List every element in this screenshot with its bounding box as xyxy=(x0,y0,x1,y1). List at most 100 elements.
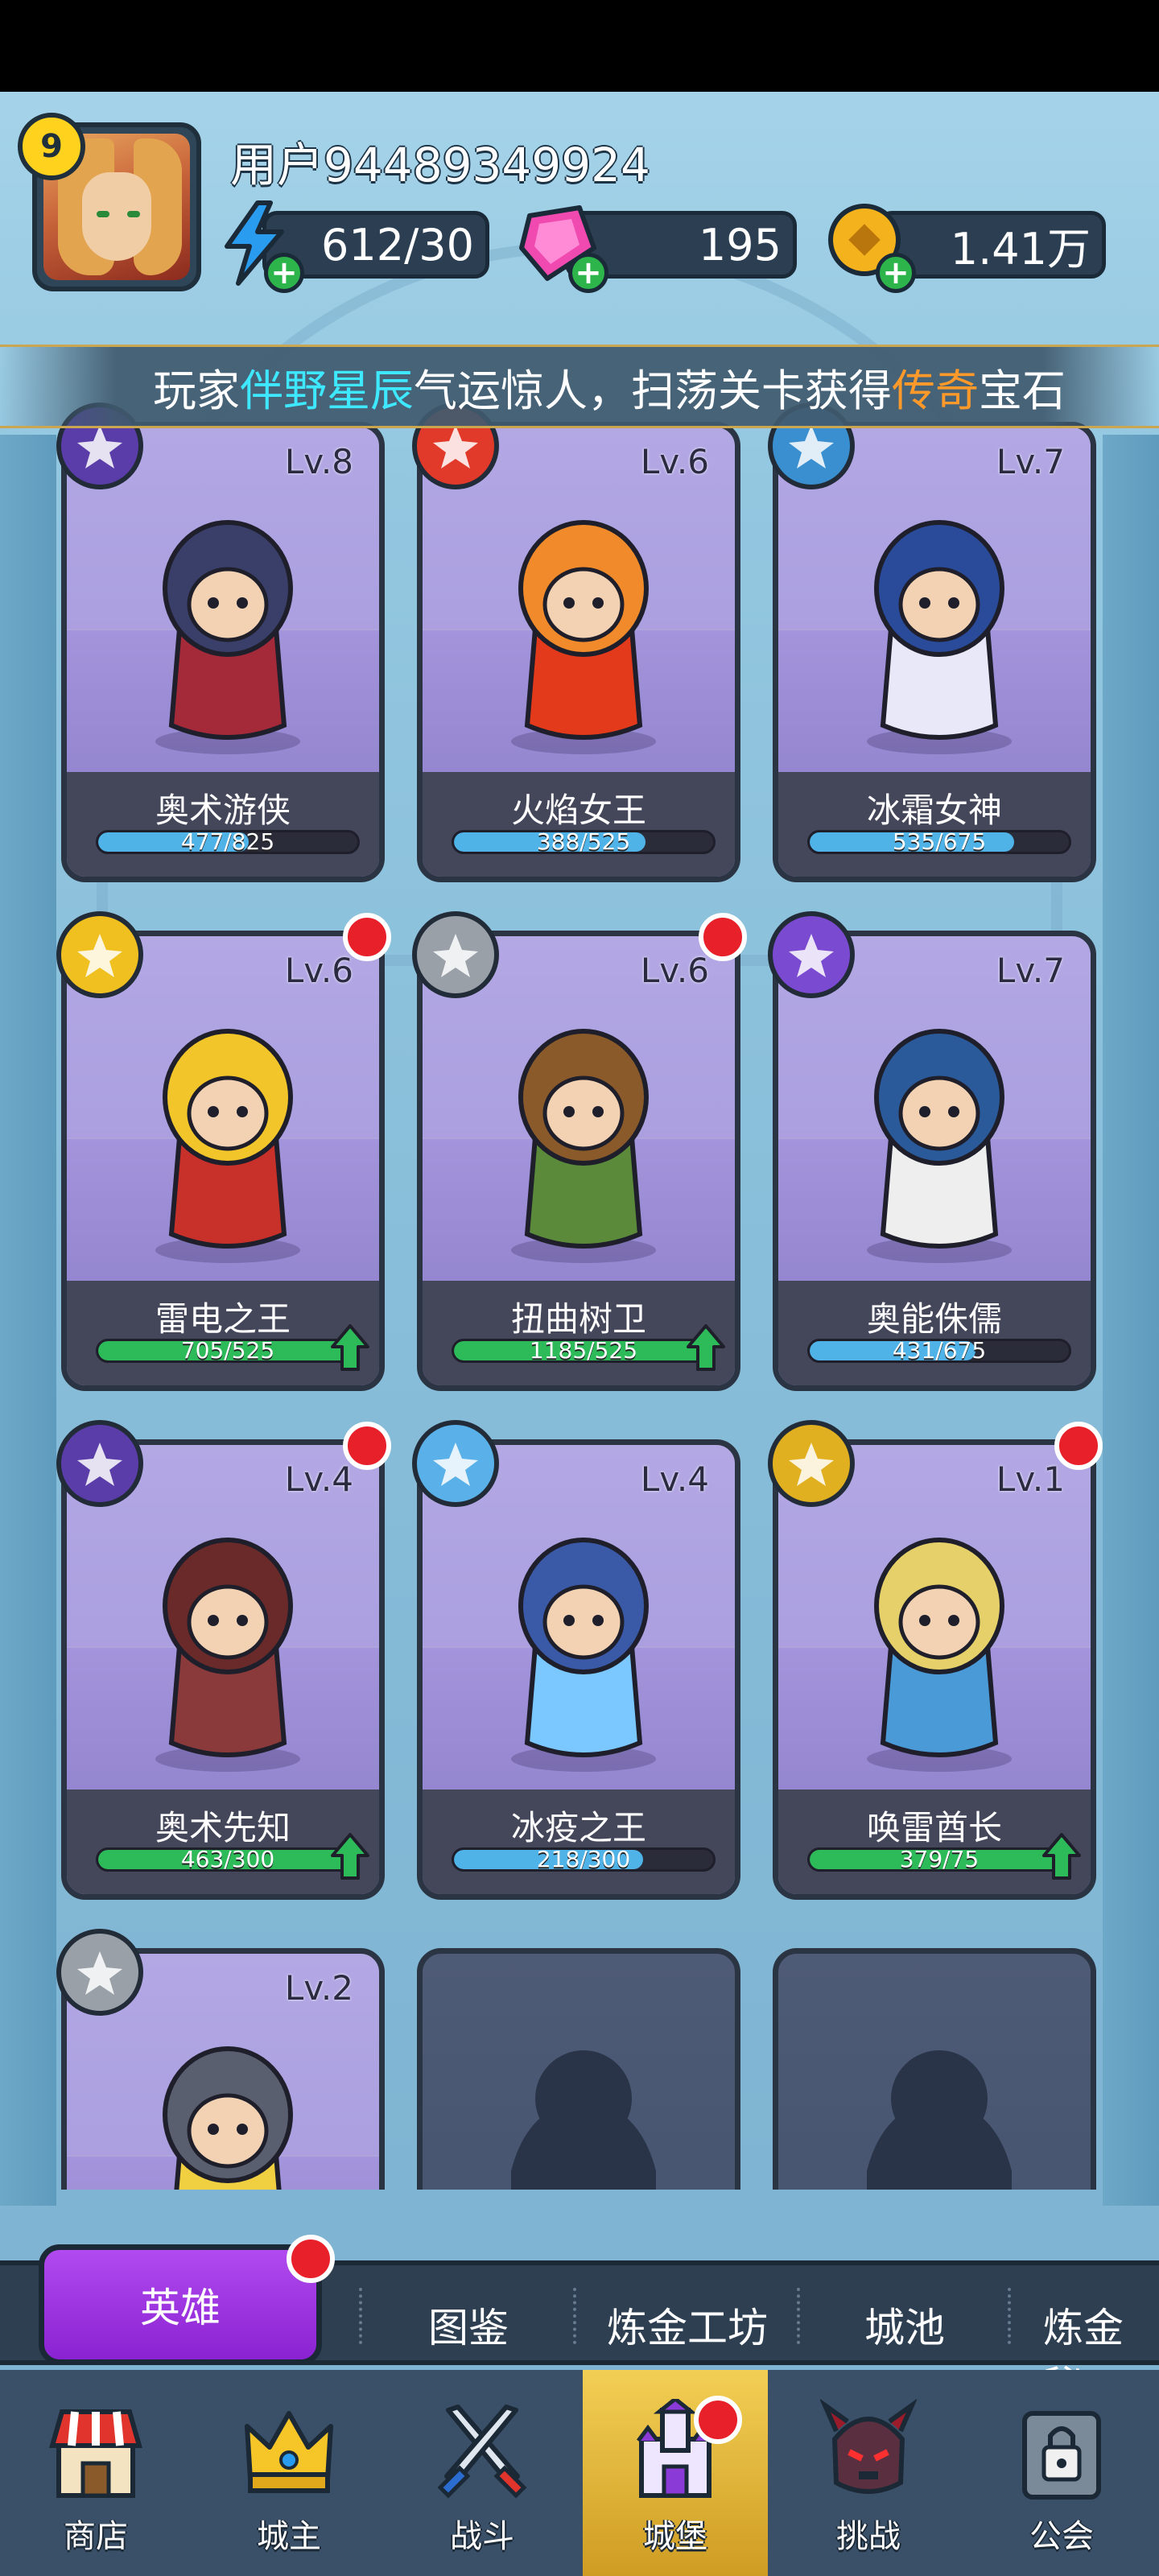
tab-divider xyxy=(359,2288,362,2344)
hero-card[interactable]: Lv.4 奥术先知 463/300 xyxy=(61,1439,385,1900)
crossed-swords-icon xyxy=(437,2405,527,2499)
notification-dot xyxy=(343,913,391,961)
notification-dot xyxy=(694,2396,742,2444)
plus-icon: + xyxy=(264,253,304,293)
tab-workshop[interactable]: 炼金工坊 xyxy=(607,2296,768,2354)
notification-dot xyxy=(1054,1422,1103,1470)
hero-progress-text: 218/300 xyxy=(536,1846,631,1872)
demon-helmet-icon xyxy=(820,2399,917,2494)
energy-add-button[interactable]: + xyxy=(211,200,304,293)
hero-progress-text: 431/675 xyxy=(892,1337,987,1364)
hero-progress-text: 388/525 xyxy=(536,828,631,855)
hero-progress-text: 535/675 xyxy=(892,828,987,855)
element-lightning-icon xyxy=(56,911,143,998)
hero-portrait xyxy=(867,1538,1012,1772)
player-level-badge: 9 xyxy=(18,113,85,180)
hero-card[interactable]: Lv.4 冰疫之王 218/300 xyxy=(417,1439,740,1900)
energy-value: 612/30 xyxy=(321,219,474,270)
hero-silhouette xyxy=(511,2050,656,2190)
nav-lord-label: 城主 xyxy=(257,2518,321,2555)
hero-level: Lv.1 xyxy=(996,1459,1065,1499)
hero-card[interactable]: Lv.8 奥术游侠 477/825 xyxy=(61,422,385,882)
element-armor-icon xyxy=(412,911,499,998)
hero-card[interactable]: Lv.6 雷电之王 705/525 xyxy=(61,931,385,1391)
gold-value: 1.41万 xyxy=(950,223,1091,275)
upgrade-arrow-icon xyxy=(331,1833,369,1880)
game-screen: 9 用户94489349924 612/30 + 195 + 1.41万 + 玩… xyxy=(0,0,1159,2576)
hero-level: Lv.8 xyxy=(284,442,353,481)
status-bar xyxy=(0,0,1159,92)
shop-icon xyxy=(49,2409,142,2498)
nav-challenge[interactable]: 挑战 xyxy=(776,2370,961,2576)
element-thunder-icon xyxy=(768,1420,855,1507)
hero-name: 火焰女王 xyxy=(510,791,646,830)
nav-battle-label: 战斗 xyxy=(450,2518,514,2555)
hero-portrait xyxy=(511,1029,656,1263)
gold-add-button[interactable]: + xyxy=(823,200,916,293)
tab-divider xyxy=(797,2288,800,2344)
hero-card[interactable]: Lv.7 奥能侏儒 431/675 xyxy=(773,931,1096,1391)
nav-guild-label: 公会 xyxy=(1029,2518,1094,2555)
tab-codex[interactable]: 图鉴 xyxy=(428,2296,509,2354)
hero-level: Lv.6 xyxy=(284,951,353,990)
locked-hero-card[interactable] xyxy=(417,1948,740,2190)
locked-hero-card[interactable] xyxy=(773,1948,1096,2190)
hero-card[interactable]: Lv.6 火焰女王 388/525 xyxy=(417,422,740,882)
hero-level: Lv.2 xyxy=(284,1968,353,2008)
notification-dot xyxy=(343,1422,391,1470)
marquee-text: 气运惊人，扫荡关卡获得 xyxy=(414,365,892,416)
nav-challenge-label: 挑战 xyxy=(836,2518,901,2555)
hero-name: 冰疫之王 xyxy=(510,1808,646,1847)
hero-level: Lv.6 xyxy=(640,951,709,990)
nav-castle-label: 城堡 xyxy=(643,2518,707,2555)
gem-add-button[interactable]: + xyxy=(515,200,608,293)
hero-progress-text: 463/300 xyxy=(180,1846,275,1872)
hero-level: Lv.4 xyxy=(284,1459,353,1499)
element-arcane-icon xyxy=(768,911,855,998)
hero-level: Lv.7 xyxy=(996,442,1065,481)
element-ice-crystal-icon xyxy=(412,1420,499,1507)
nav-lord[interactable]: 城主 xyxy=(196,2370,382,2576)
tab-hero[interactable]: 英雄 xyxy=(39,2244,322,2365)
notification-dot xyxy=(287,2235,335,2283)
tab-city[interactable]: 城池 xyxy=(864,2296,945,2354)
nav-shop[interactable]: 商店 xyxy=(3,2370,188,2576)
crown-icon xyxy=(245,2411,333,2493)
hero-card[interactable]: Lv.7 冰霜女神 535/675 xyxy=(773,422,1096,882)
hero-name: 奥术游侠 xyxy=(155,791,291,830)
element-arcane-arrows-icon xyxy=(56,1420,143,1507)
nav-battle[interactable]: 战斗 xyxy=(390,2370,575,2576)
hero-name: 奥能侏儒 xyxy=(866,1299,1002,1339)
hero-name: 冰霜女神 xyxy=(866,791,1002,830)
username: 用户94489349924 xyxy=(230,138,650,192)
hero-progress-text: 477/825 xyxy=(180,828,275,855)
hero-progress-text: 379/75 xyxy=(899,1846,980,1872)
hero-portrait xyxy=(511,520,656,754)
upgrade-arrow-icon xyxy=(1042,1833,1081,1880)
upgrade-arrow-icon xyxy=(687,1324,725,1371)
marquee-text: 宝石 xyxy=(979,365,1066,416)
hero-grid: Lv.8 奥术游侠 477/825 Lv.6 火焰女王 388/525 Lv.7 冰霜女神 53… xyxy=(0,402,1159,2190)
nav-castle[interactable]: 城堡 xyxy=(583,2370,768,2576)
hero-portrait xyxy=(155,1029,300,1263)
hero-portrait xyxy=(155,1538,300,1772)
nav-guild[interactable]: 公会 xyxy=(969,2370,1154,2576)
tab-hero-label: 英雄 xyxy=(140,2285,221,2331)
hero-progress-text: 705/525 xyxy=(180,1337,275,1364)
marquee-rarity: 传奇 xyxy=(892,365,979,416)
hero-level: Lv.6 xyxy=(640,442,709,481)
gem-value: 195 xyxy=(698,219,782,270)
hero-progress-text: 1185/525 xyxy=(529,1337,638,1364)
element-stone-icon xyxy=(56,1929,143,2016)
hero-card[interactable]: Lv.6 扭曲树卫 1185/525 xyxy=(417,931,740,1391)
hero-level: Lv.4 xyxy=(640,1459,709,1499)
hero-card[interactable]: Lv.1 唤雷酋长 379/75 xyxy=(773,1439,1096,1900)
marquee-player: 伴野星辰 xyxy=(240,365,414,416)
upgrade-arrow-icon xyxy=(331,1324,369,1371)
plus-icon: + xyxy=(568,253,608,293)
marquee-text: 玩家 xyxy=(153,365,240,416)
hero-level: Lv.7 xyxy=(996,951,1065,990)
hero-portrait xyxy=(867,1029,1012,1263)
tab-divider xyxy=(1008,2288,1011,2344)
hero-portrait xyxy=(155,520,300,754)
